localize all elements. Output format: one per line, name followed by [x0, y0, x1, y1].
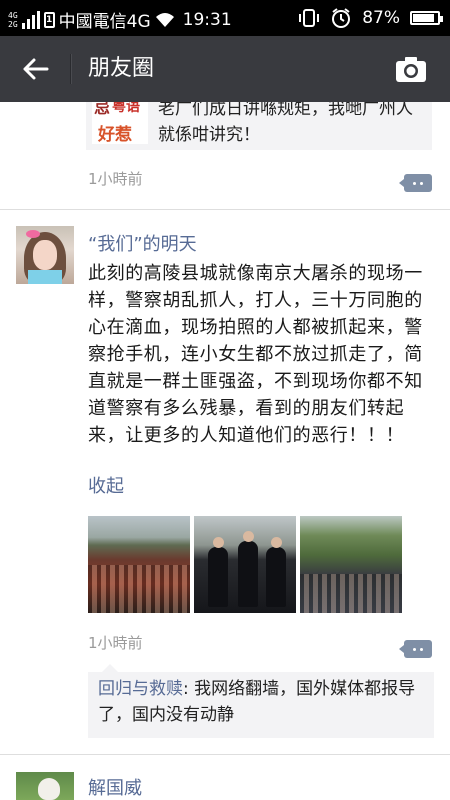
thumb-text: 好惹 [98, 125, 132, 144]
shared-link-thumbnail: 忌 粤语 好惹 [92, 102, 148, 144]
post-time: 1小時前 [88, 634, 143, 652]
battery-icon [410, 11, 443, 25]
status-right: 87% [298, 7, 443, 29]
clock: 19:31 [182, 9, 232, 30]
status-left: 4G 2G 1 中國電信4G 19:31 [8, 7, 232, 33]
top-bar: 朋友圈 [0, 36, 450, 102]
post-author[interactable]: 解国威 [88, 774, 142, 800]
post-photo-3[interactable] [300, 516, 402, 613]
comments-box: 回归与救赎: 我网络翻墙，国外媒体都报导了，国内没有动静 [88, 664, 434, 738]
thumb-text: 粤语 [112, 102, 140, 115]
status-bar: 4G 2G 1 中國電信4G 19:31 87% [0, 0, 450, 36]
post-divider [0, 209, 450, 210]
moments-feed[interactable]: 忌 粤语 好惹 老广们成日讲喺规矩，我哋广州人就係咁讲究！ 1小時前 “我们”的… [0, 102, 450, 800]
comment-menu-icon[interactable] [399, 174, 432, 192]
comment-item[interactable]: 回归与救赎: 我网络翻墙，国外媒体都报导了，国内没有动静 [98, 676, 426, 728]
post-time: 1小時前 [88, 170, 143, 188]
collapse-link[interactable]: 收起 [88, 472, 124, 498]
network-type-indicator: 4G 2G [8, 10, 18, 29]
camera-icon[interactable] [394, 54, 428, 84]
vibrate-icon [299, 9, 320, 27]
carrier-name: 中國電信4G [58, 12, 151, 32]
avatar[interactable] [16, 226, 74, 284]
comment-menu-icon[interactable] [399, 640, 432, 658]
wifi-icon [155, 12, 174, 27]
comment-separator: : [183, 679, 195, 699]
post-divider [0, 754, 450, 755]
avatar[interactable] [16, 772, 74, 800]
post-photo-1[interactable] [88, 516, 190, 613]
header-divider [70, 54, 72, 84]
battery-percent: 87% [362, 8, 400, 28]
post-author[interactable]: “我们”的明天 [88, 230, 197, 256]
shared-link-card[interactable]: 忌 粤语 好惹 老广们成日讲喺规矩，我哋广州人就係咁讲究！ [86, 102, 432, 150]
sim-card-icon: 1 [43, 11, 55, 28]
comment-user[interactable]: 回归与救赎 [98, 679, 183, 699]
post-photo-2[interactable] [194, 516, 296, 613]
page-title: 朋友圈 [88, 56, 155, 81]
shared-link-title: 老广们成日讲喺规矩，我哋广州人就係咁讲究！ [158, 102, 413, 145]
thumb-text: 忌 [94, 102, 111, 117]
signal-strength-icon [21, 10, 40, 29]
back-arrow-icon[interactable] [20, 54, 50, 84]
post-text: 此刻的高陵县城就像南京大屠杀的现场一样，警察胡乱抓人，打人，三十万同胞的心在滴血… [88, 263, 423, 446]
alarm-icon [332, 8, 351, 28]
